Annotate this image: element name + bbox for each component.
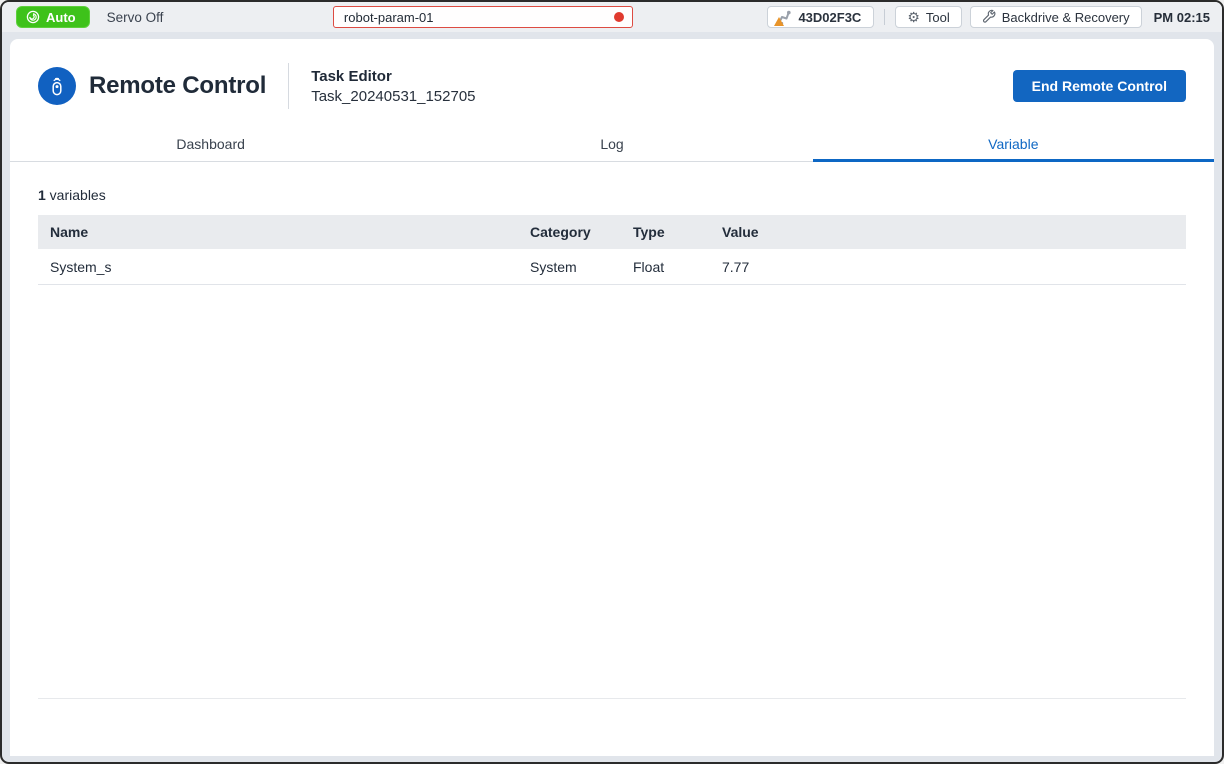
variable-category: System bbox=[530, 259, 633, 275]
task-name: Task_20240531_152705 bbox=[311, 88, 475, 105]
variable-name: System_s bbox=[38, 259, 530, 275]
variable-table-header: Name Category Type Value bbox=[38, 215, 1186, 249]
auto-mode-icon bbox=[26, 10, 40, 24]
variable-count: 1 variables bbox=[38, 187, 1186, 203]
variable-value: 7.77 bbox=[722, 259, 1186, 275]
record-status-dot bbox=[614, 12, 624, 22]
robot-param-value: robot-param-01 bbox=[344, 10, 614, 25]
tab-log[interactable]: Log bbox=[411, 129, 812, 161]
remote-control-panel: Remote Control Task Editor Task_20240531… bbox=[10, 39, 1214, 756]
robot-id-label: 43D02F3C bbox=[798, 10, 861, 25]
column-header-name: Name bbox=[38, 224, 530, 240]
remote-control-icon bbox=[38, 67, 76, 105]
clock-text: PM 02:15 bbox=[1154, 10, 1210, 25]
tool-button[interactable]: ⚙ Tool bbox=[895, 6, 961, 28]
column-header-category: Category bbox=[530, 224, 633, 240]
system-topbar: Auto Servo Off robot-param-01 43D02F3C ⚙ bbox=[2, 2, 1222, 32]
end-remote-control-button[interactable]: End Remote Control bbox=[1013, 70, 1186, 102]
variable-count-suffix: variables bbox=[46, 187, 106, 203]
tab-dashboard[interactable]: Dashboard bbox=[10, 129, 411, 161]
task-context: Task Editor Task_20240531_152705 bbox=[311, 68, 475, 105]
robot-id-button[interactable]: 43D02F3C bbox=[767, 6, 874, 28]
wrench-icon bbox=[982, 9, 996, 26]
header-divider bbox=[288, 63, 289, 109]
variable-tab-content: 1 variables Name Category Type Value Sys… bbox=[10, 162, 1214, 756]
warning-icon bbox=[774, 17, 784, 26]
context-title: Task Editor bbox=[311, 68, 475, 85]
variable-count-number: 1 bbox=[38, 187, 46, 203]
robot-param-field[interactable]: robot-param-01 bbox=[333, 6, 633, 28]
gear-icon: ⚙ bbox=[907, 10, 920, 24]
topbar-divider bbox=[884, 9, 885, 25]
table-row[interactable]: System_s System Float 7.77 bbox=[38, 249, 1186, 285]
panel-header: Remote Control Task Editor Task_20240531… bbox=[10, 39, 1214, 129]
robot-status-icon bbox=[775, 9, 792, 25]
page-title: Remote Control bbox=[89, 72, 266, 100]
servo-status: Servo Off bbox=[107, 10, 164, 25]
backdrive-button-label: Backdrive & Recovery bbox=[1002, 10, 1130, 25]
backdrive-recovery-button[interactable]: Backdrive & Recovery bbox=[970, 6, 1142, 28]
mode-badge-label: Auto bbox=[46, 10, 76, 25]
app-window: Auto Servo Off robot-param-01 43D02F3C ⚙ bbox=[0, 0, 1224, 764]
tab-variable[interactable]: Variable bbox=[813, 129, 1214, 161]
variable-type: Float bbox=[633, 259, 722, 275]
column-header-value: Value bbox=[722, 224, 1186, 240]
tab-bar: Dashboard Log Variable bbox=[10, 129, 1214, 162]
column-header-type: Type bbox=[633, 224, 722, 240]
tool-button-label: Tool bbox=[926, 10, 950, 25]
mode-badge-auto[interactable]: Auto bbox=[16, 6, 90, 28]
variable-list-empty-area bbox=[38, 285, 1186, 699]
